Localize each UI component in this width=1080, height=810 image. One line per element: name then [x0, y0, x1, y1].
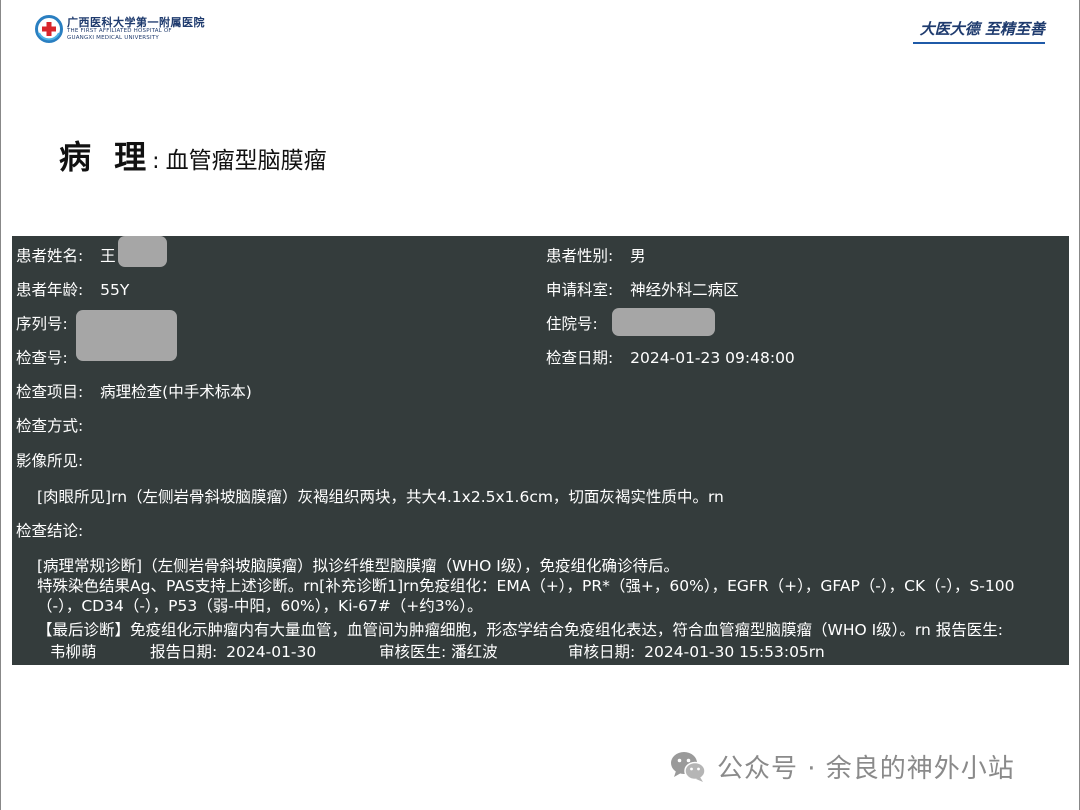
review-date-value: 2024-01-30 15:53:05rn	[644, 643, 825, 661]
conclusion-body: [病理常规诊断]（左侧岩骨斜坡脑膜瘤）拟诊纤维型脑膜瘤（WHO Ⅰ级），免疫组化…	[37, 556, 1057, 616]
title-separator: :	[152, 149, 160, 174]
reviewer-value: 潘红波	[451, 643, 498, 661]
report-date-value: 2024-01-30	[226, 643, 317, 661]
exam-method-field: 检查方式:	[16, 414, 83, 436]
exam-number-label: 检查号:	[16, 349, 68, 367]
privacy-mask-name	[118, 236, 167, 267]
imaging-field: 影像所见:	[16, 449, 83, 471]
age-value: 55Y	[100, 281, 130, 299]
motto-underline	[913, 42, 1045, 44]
hospital-name-en-1: THE FIRST AFFILIATED HOSPITAL OF	[67, 28, 172, 34]
wechat-watermark: 公众号 · 余良的神外小站	[669, 748, 1015, 785]
logo-text: 广西医科大学第一附属医院 THE FIRST AFFILIATED HOSPIT…	[67, 17, 205, 41]
serial-field: 序列号:	[16, 312, 68, 334]
report-date-label: 报告日期:	[150, 643, 218, 661]
imaging-findings-text: [肉眼所见]rn（左侧岩骨斜坡脑膜瘤）灰褐组织两块，共大4.1x2.5x1.6c…	[37, 488, 724, 506]
hospital-name-cn: 广西医科大学第一附属医院	[67, 16, 205, 29]
exam-item-value: 病理检查(中手术标本)	[100, 383, 252, 401]
hospital-logo: 广西医科大学第一附属医院 THE FIRST AFFILIATED HOSPIT…	[35, 14, 205, 44]
report-date-field: 报告日期: 2024-01-30	[150, 640, 316, 662]
gender-label: 患者性别:	[546, 247, 614, 265]
patient-name-field: 患者姓名: 王	[16, 244, 116, 266]
exam-number-field: 检查号:	[16, 346, 68, 368]
page-title: 病 理 : 血管瘤型脑膜瘤	[59, 132, 327, 178]
wechat-icon	[671, 751, 706, 782]
motto-text: 大医大德 至精至善	[919, 20, 1045, 38]
exam-date-label: 检查日期:	[546, 349, 614, 367]
department-label: 申请科室:	[546, 281, 614, 299]
gender-field: 患者性别: 男	[546, 244, 646, 266]
gender-value: 男	[630, 247, 646, 265]
exam-date-field: 检查日期: 2024-01-23 09:48:00	[546, 346, 795, 368]
exam-date-value: 2024-01-23 09:48:00	[630, 349, 795, 367]
review-date-label: 审核日期:	[568, 643, 636, 661]
conclusion-label: 检查结论:	[16, 522, 84, 540]
privacy-mask-inpatient	[612, 308, 715, 336]
patient-name-value: 王	[100, 247, 116, 265]
hospital-emblem-icon	[35, 15, 63, 43]
review-date-field: 审核日期: 2024-01-30 15:53:05rn	[568, 640, 825, 662]
exam-item-field: 检查项目: 病理检查(中手术标本)	[16, 380, 252, 402]
conclusion-line-routine: [病理常规诊断]（左侧岩骨斜坡脑膜瘤）拟诊纤维型脑膜瘤（WHO Ⅰ级），免疫组化…	[37, 557, 680, 575]
final-diagnosis-line: 【最后诊断】免疫组化示肿瘤内有大量血管，血管间为肿瘤细胞，形态学结合免疫组化表达…	[37, 621, 1004, 639]
reviewer-label: 审核医生:	[379, 643, 447, 661]
reporter-name: 韦柳萌	[50, 643, 97, 661]
hospital-name-en-2: GUANGXI MEDICAL UNIVERSITY	[67, 34, 159, 41]
slide: 广西医科大学第一附属医院 THE FIRST AFFILIATED HOSPIT…	[0, 0, 1080, 810]
reviewer-field: 审核医生: 潘红波	[379, 640, 498, 662]
patient-name-label: 患者姓名:	[16, 247, 84, 265]
conclusion-line-supplement: 特殊染色结果Ag、PAS支持上述诊断。rn[补充诊断1]rn免疫组化：EMA（+…	[37, 577, 1015, 615]
exam-method-label: 检查方式:	[16, 417, 84, 435]
pathology-report-panel: 患者姓名: 王 患者性别: 男 患者年龄: 55Y 申请科室: 神经外科二病区 …	[12, 236, 1069, 665]
inpatient-field: 住院号:	[546, 312, 598, 334]
title-subtitle: 血管瘤型脑膜瘤	[165, 148, 327, 174]
watermark-text: 公众号 · 余良的神外小站	[717, 754, 1015, 784]
department-field: 申请科室: 神经外科二病区	[546, 278, 739, 300]
privacy-mask-serial	[76, 310, 177, 361]
exam-item-label: 检查项目:	[16, 383, 84, 401]
age-label: 患者年龄:	[16, 281, 84, 299]
title-main: 病 理	[59, 138, 153, 176]
serial-label: 序列号:	[16, 315, 68, 333]
imaging-label: 影像所见:	[16, 452, 84, 470]
department-value: 神经外科二病区	[630, 281, 739, 299]
hospital-motto: 大医大德 至精至善	[913, 18, 1045, 44]
conclusion-field: 检查结论:	[16, 519, 83, 541]
age-field: 患者年龄: 55Y	[16, 278, 129, 300]
inpatient-label: 住院号:	[546, 315, 598, 333]
